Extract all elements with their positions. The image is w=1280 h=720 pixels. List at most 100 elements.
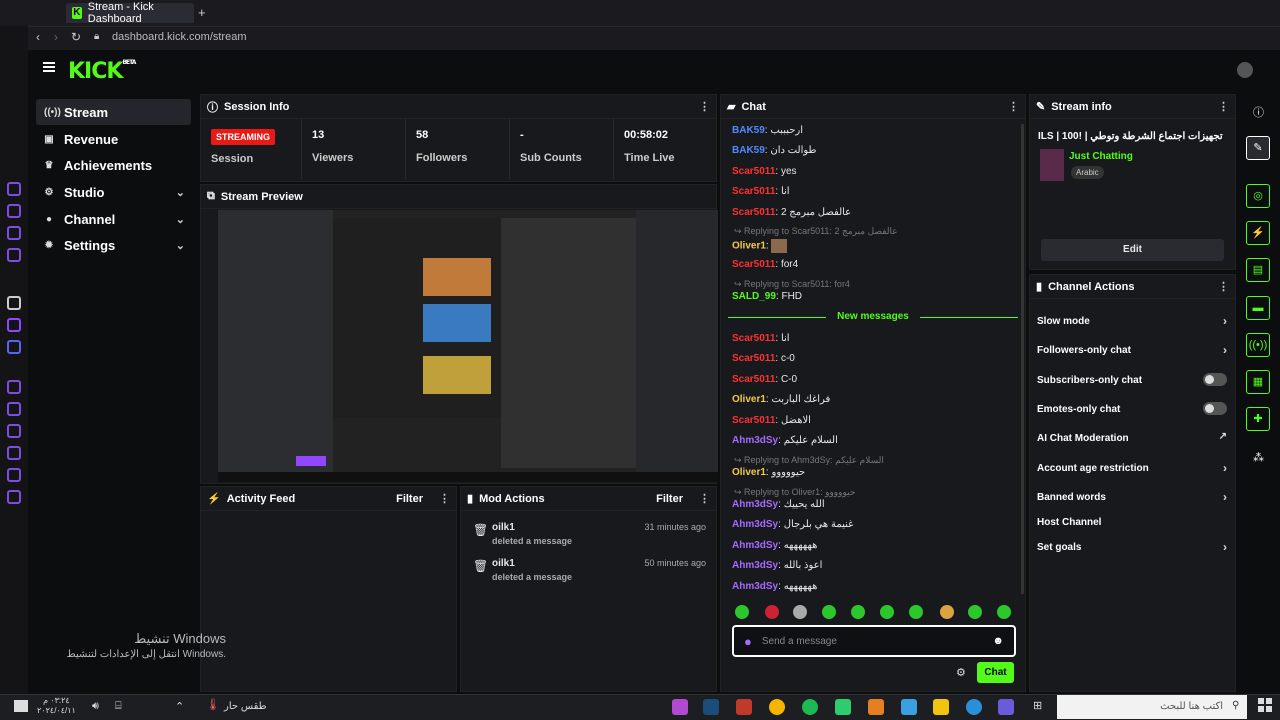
chat-send-button[interactable]: Chat [977, 662, 1014, 683]
browser-sidebar-icon[interactable] [7, 296, 21, 310]
chat-username[interactable]: BAK59 [732, 145, 765, 156]
lightning-icon[interactable]: ⚡ [1246, 221, 1270, 245]
chat-input[interactable]: ● Send a message ☻ [732, 625, 1016, 657]
taskbar-app-icon[interactable] [672, 699, 688, 715]
chat-username[interactable]: Ahm3dSy [732, 519, 778, 530]
browser-sidebar-icon[interactable] [7, 380, 21, 394]
file-explorer-icon[interactable] [933, 699, 949, 715]
chat-username[interactable]: Scar5011 [732, 333, 775, 344]
browser-sidebar-icon[interactable] [7, 226, 21, 240]
kick-logo[interactable]: KICKBETA [68, 59, 136, 84]
browser-sidebar-icon[interactable] [7, 182, 21, 196]
category-thumbnail[interactable] [1040, 149, 1064, 181]
steam-icon[interactable] [703, 699, 719, 715]
reply-context[interactable]: ↪ Replying to Oliver1: حيووووو [734, 487, 855, 498]
emotes-only-toggle[interactable] [1203, 402, 1227, 415]
browser-sidebar-icon[interactable] [7, 248, 21, 262]
mod-user[interactable]: oilk1 [492, 522, 515, 533]
account-age-action[interactable]: Account age restriction › [1037, 461, 1227, 475]
chat-message[interactable]: Ahm3dSy: غنيمة هي بلرجال [732, 519, 853, 530]
more-icon[interactable]: ⋮ [699, 492, 710, 505]
windows-start-icon[interactable] [1258, 698, 1272, 712]
browser-sidebar-icon[interactable] [7, 446, 21, 460]
chat-username[interactable]: Oliver1 [732, 394, 766, 405]
filter-button[interactable]: Filter [656, 493, 683, 505]
edge-icon[interactable] [966, 699, 982, 715]
emote-button[interactable] [997, 605, 1011, 619]
emote-button[interactable] [793, 605, 807, 619]
weather-widget[interactable]: طقس حار [224, 701, 267, 712]
sidebar-item-stream[interactable]: ((•)) Stream [36, 99, 191, 125]
emote-button[interactable] [822, 605, 836, 619]
subscribers-only-toggle[interactable] [1203, 373, 1227, 386]
taskbar-app-icon[interactable] [736, 699, 752, 715]
chat-message[interactable]: Ahm3dSy: السلام عليكم [732, 435, 838, 446]
taskbar-clock[interactable]: ٠٣:٢٤ م ٢٠٢٤/٠٤/١١ [37, 696, 76, 716]
chat-username[interactable]: Scar5011 [732, 415, 775, 426]
emotes-only-action[interactable]: Emotes-only chat [1037, 402, 1227, 415]
sidebar-item-channel[interactable]: ● Channel ⌄ [36, 206, 191, 232]
chat-username[interactable]: Scar5011 [732, 166, 775, 177]
ai-moderation-action[interactable]: AI Chat Moderation ↗ [1037, 431, 1227, 444]
document-icon[interactable]: ▤ [1246, 258, 1270, 282]
twitch-icon[interactable] [7, 318, 21, 332]
new-messages-divider[interactable]: New messages [728, 311, 1018, 323]
category-link[interactable]: Just Chatting [1069, 151, 1133, 162]
chat-username[interactable]: Ahm3dSy [732, 581, 778, 592]
chat-message[interactable]: Scar5011: for4 [732, 259, 798, 270]
browser-sidebar-icon[interactable] [7, 204, 21, 218]
emote-button[interactable] [880, 605, 894, 619]
chat-message[interactable]: Oliver1: حيووووو [732, 467, 805, 478]
chat-username[interactable]: Scar5011 [732, 259, 775, 270]
chat-message[interactable]: BAK59: طوالت دان [732, 145, 816, 156]
filter-button[interactable]: Filter [396, 493, 423, 505]
set-goals-action[interactable]: Set goals › [1037, 540, 1227, 554]
settings-icon[interactable] [7, 490, 21, 504]
more-icon[interactable]: ⋮ [439, 492, 450, 505]
emote-button[interactable] [735, 605, 749, 619]
stream-preview-video[interactable] [218, 210, 718, 482]
taskbar-search[interactable]: اكتب هنا للبحث [1057, 695, 1247, 719]
sidebar-item-settings[interactable]: ✹ Settings ⌄ [36, 232, 191, 258]
chat-bubble-icon[interactable]: ▬ [1246, 296, 1270, 320]
chat-message[interactable]: Ahm3dSy: ههههههه [732, 540, 817, 551]
forward-icon[interactable]: › [54, 30, 58, 44]
chat-message[interactable]: Oliver1: [732, 239, 788, 253]
discord-icon[interactable] [7, 340, 21, 354]
chat-username[interactable]: Ahm3dSy [732, 499, 778, 510]
chat-message[interactable]: Scar5011: C-0 [732, 374, 797, 385]
reply-context[interactable]: ↪ Replying to Scar5011: عالفصل مبرمج 2 [734, 226, 898, 237]
slow-mode-action[interactable]: Slow mode › [1037, 314, 1227, 328]
chat-message[interactable]: SALD_99: FHD [732, 291, 802, 302]
emote-button[interactable] [851, 605, 865, 619]
more-icon[interactable]: ⋮ [1218, 280, 1229, 293]
subscribers-only-action[interactable]: Subscribers-only chat [1037, 373, 1227, 386]
wrench-icon[interactable]: ✚ [1246, 407, 1270, 431]
emoji-icon[interactable]: ☻ [992, 635, 1004, 647]
microphone-icon[interactable]: ● [744, 634, 752, 649]
chat-username[interactable]: Scar5011 [732, 353, 775, 364]
sidebar-item-achievements[interactable]: ♛ Achievements [36, 152, 191, 178]
chat-username[interactable]: Oliver1 [732, 467, 766, 478]
apps-icon[interactable]: ⁂ [1253, 451, 1264, 464]
chat-username[interactable]: BAK59 [732, 125, 765, 136]
emote-button[interactable] [765, 605, 779, 619]
chat-username[interactable]: Oliver1 [732, 241, 766, 252]
sidebar-item-revenue[interactable]: ▣ Revenue [36, 126, 191, 152]
chat-username[interactable]: Scar5011 [732, 374, 775, 385]
new-tab-icon[interactable]: + [198, 5, 206, 20]
notification-icon[interactable] [14, 700, 28, 712]
more-icon[interactable]: ⋮ [699, 100, 710, 113]
chrome-icon[interactable] [769, 699, 785, 715]
chat-username[interactable]: Scar5011 [732, 207, 775, 218]
chat-message[interactable]: Scar5011: الاهضل [732, 415, 811, 426]
browser-sidebar-icon[interactable] [7, 402, 21, 416]
chat-username[interactable]: Scar5011 [732, 186, 775, 197]
volume-icon[interactable]: 🔊︎ [92, 700, 99, 713]
chat-username[interactable]: Ahm3dSy [732, 435, 778, 446]
chat-message[interactable]: Oliver1: فراغك الباربت [732, 394, 830, 405]
back-icon[interactable]: ‹ [36, 30, 40, 44]
reload-icon[interactable]: ↻ [71, 30, 81, 44]
chat-username[interactable]: Ahm3dSy [732, 560, 778, 571]
chat-settings-icon[interactable]: ⚙ [956, 666, 966, 679]
